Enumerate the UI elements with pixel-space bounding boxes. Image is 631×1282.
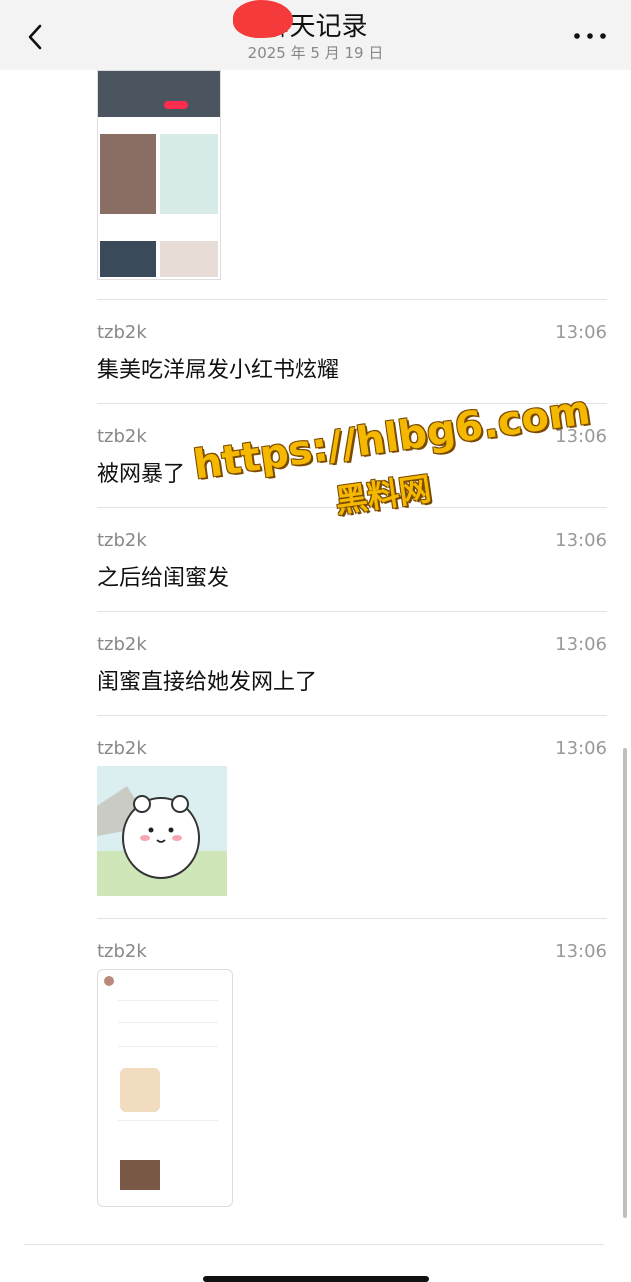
message-time: 13:06: [555, 322, 607, 343]
sticker-image[interactable]: [97, 766, 227, 896]
message-time: 13:06: [555, 530, 607, 551]
message-time: 13:06: [555, 738, 607, 759]
redaction-mark: [233, 0, 293, 38]
page-title: 聊天记录: [263, 12, 368, 42]
divider: [97, 611, 607, 612]
divider: [97, 918, 607, 919]
message-text: 闺蜜直接给她发网上了: [97, 670, 318, 695]
message-text: 被网暴了: [97, 462, 186, 487]
message-text: 之后给闺蜜发: [97, 566, 230, 591]
sender-name: tzb2k: [97, 941, 147, 962]
chat-message: tzb2k 13:06 闺蜜直接给她发网上了: [97, 634, 607, 704]
chat-message: tzb2k 13:06 之后给闺蜜发: [97, 530, 607, 600]
home-indicator[interactable]: [203, 1276, 429, 1282]
divider: [97, 715, 607, 716]
page-date: 2025 年 5 月 19 日: [247, 44, 384, 62]
sender-name: tzb2k: [97, 530, 147, 551]
sender-name: tzb2k: [97, 738, 147, 759]
message-text: 集美吃洋屌发小红书炫耀: [97, 358, 340, 383]
divider: [97, 299, 607, 300]
screenshot-thumbnail[interactable]: [97, 70, 221, 280]
more-options-icon[interactable]: [570, 26, 610, 46]
screenshot-thumbnail[interactable]: [97, 969, 233, 1207]
sender-name: tzb2k: [97, 322, 147, 343]
header-title-block: 聊天记录 2025 年 5 月 19 日: [0, 10, 631, 62]
bottom-divider: [24, 1244, 604, 1245]
sender-name: tzb2k: [97, 426, 147, 447]
sender-name: tzb2k: [97, 634, 147, 655]
message-time: 13:06: [555, 634, 607, 655]
scrollbar[interactable]: [623, 748, 627, 1218]
top-bar: 聊天记录 2025 年 5 月 19 日: [0, 0, 631, 70]
chat-message: tzb2k 13:06 集美吃洋屌发小红书炫耀: [97, 322, 607, 392]
message-time: 13:06: [555, 941, 607, 962]
